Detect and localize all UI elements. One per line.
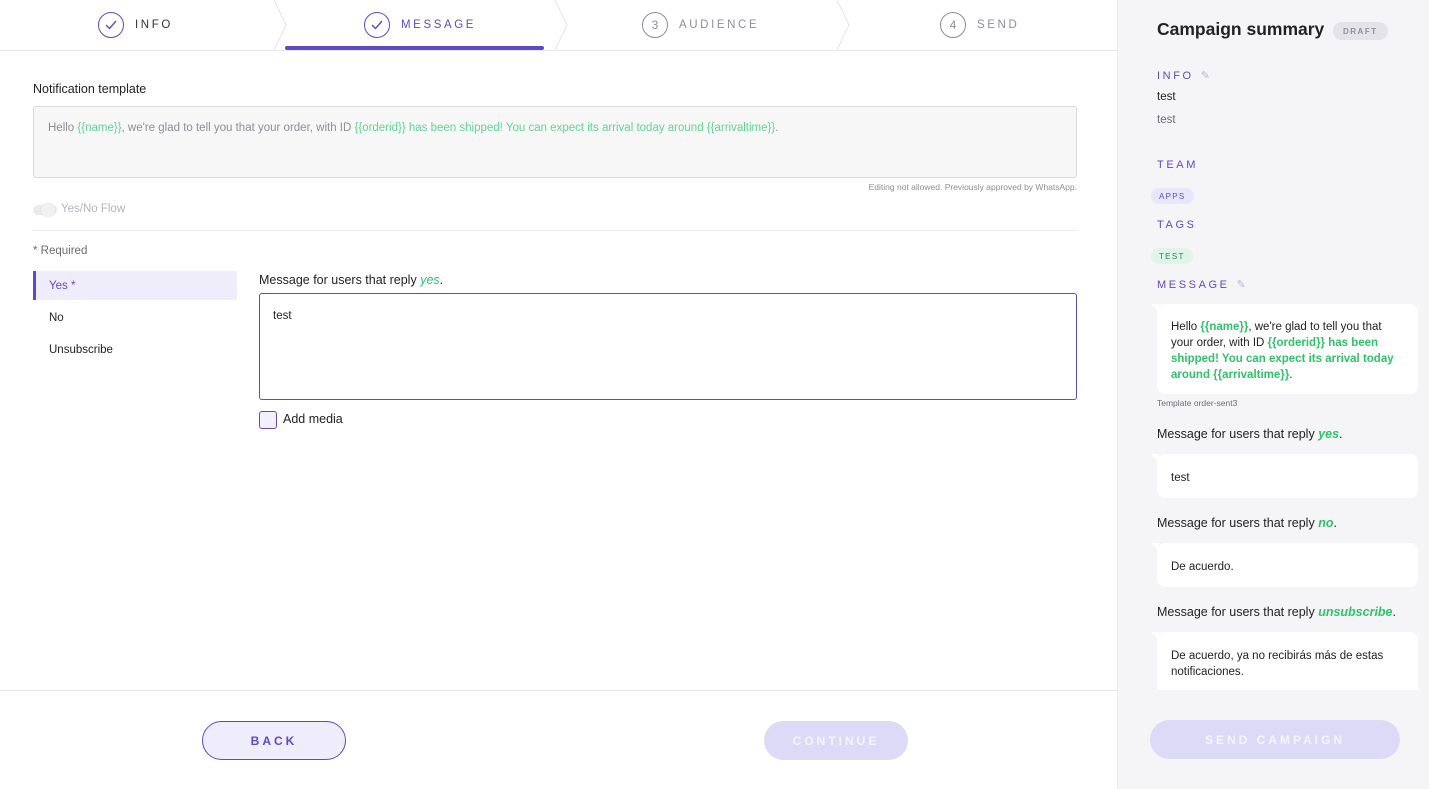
message-label-suffix: .	[439, 273, 444, 287]
message-title-text: MESSAGE	[1157, 278, 1230, 291]
active-step-indicator	[285, 46, 544, 50]
team-section-title: TEAM	[1157, 159, 1198, 171]
bubble-variable: {{name}}	[1200, 321, 1249, 333]
reply-option-yes[interactable]: Yes *	[33, 271, 237, 300]
template-label: Notification template	[33, 82, 147, 96]
message-label-prefix: Message for users that reply	[259, 273, 421, 287]
summary-footer: SEND CAMPAIGN	[1118, 690, 1429, 789]
yes-no-flow-toggle[interactable]	[33, 203, 57, 217]
reply-label-prefix: Message for users that reply	[1157, 605, 1319, 619]
campaign-editor: INFO MESSAGE 3 AUDIENCE 4 SEND Notificat…	[0, 0, 1117, 789]
step-message[interactable]: MESSAGE	[364, 0, 476, 50]
step-number: 4	[940, 12, 966, 38]
team-chip: APPS	[1151, 188, 1194, 204]
chevron-separator-icon	[554, 0, 568, 50]
step-number: 3	[642, 12, 668, 38]
step-label: MESSAGE	[401, 19, 477, 31]
reply-option-unsubscribe[interactable]: Unsubscribe	[33, 335, 237, 364]
add-media-label[interactable]: Add media	[283, 412, 343, 426]
step-send[interactable]: 4 SEND	[940, 0, 1019, 50]
template-variable: {{name}}	[77, 122, 122, 134]
summary-title: Campaign summary	[1157, 19, 1325, 39]
step-label: SEND	[977, 19, 1020, 31]
reply-option-no[interactable]: No	[33, 303, 237, 332]
reply-label-prefix: Message for users that reply	[1157, 427, 1319, 441]
continue-button[interactable]: CONTINUE	[764, 721, 908, 760]
template-variable: {{orderid}} has been shipped! You can ex…	[354, 122, 776, 134]
summary-reply-label: Message for users that reply no.	[1157, 516, 1337, 530]
template-preview: Hello {{name}}, we're glad to tell you t…	[33, 106, 1077, 178]
reply-message-bubble: De acuerdo.	[1151, 543, 1418, 587]
check-icon	[98, 12, 124, 38]
step-info[interactable]: INFO	[98, 0, 173, 50]
wizard-footer: BACK CONTINUE	[0, 690, 1117, 789]
step-audience[interactable]: 3 AUDIENCE	[642, 0, 759, 50]
bubble-text: Hello	[1171, 321, 1201, 333]
chevron-separator-icon	[836, 0, 850, 50]
message-label: Message for users that reply yes.	[259, 273, 443, 287]
summary-reply-label: Message for users that reply yes.	[1157, 427, 1343, 441]
pencil-icon[interactable]: ✎	[1237, 278, 1246, 291]
step-label: AUDIENCE	[679, 19, 760, 31]
pencil-icon[interactable]: ✎	[1201, 69, 1210, 82]
template-edit-note: Editing not allowed. Previously approved…	[868, 182, 1077, 192]
reply-message-bubble: test	[1151, 454, 1418, 498]
template-text: , we're glad to tell you that your order…	[121, 122, 355, 134]
info-title-text: INFO	[1157, 69, 1194, 82]
message-textarea[interactable]: test	[259, 293, 1077, 400]
send-campaign-button[interactable]: SEND CAMPAIGN	[1150, 720, 1400, 759]
info-section-title: INFO ✎	[1157, 69, 1210, 83]
reply-keyword: yes	[420, 273, 440, 287]
template-text: Hello	[48, 122, 78, 134]
check-icon	[364, 12, 390, 38]
add-media-checkbox[interactable]	[259, 411, 277, 429]
summary-reply-label: Message for users that reply unsubscribe…	[1157, 605, 1396, 619]
campaign-description: test	[1157, 114, 1176, 126]
step-label: INFO	[135, 19, 173, 31]
required-note: * Required	[33, 245, 88, 257]
wizard-stepper: INFO MESSAGE 3 AUDIENCE 4 SEND	[0, 0, 1117, 51]
divider	[33, 230, 1077, 231]
bubble-text: .	[1289, 369, 1293, 381]
campaign-name: test	[1157, 91, 1176, 103]
message-section-title: MESSAGE ✎	[1157, 278, 1246, 292]
template-message-bubble: Hello {{name}}, we're glad to tell you t…	[1151, 304, 1418, 394]
back-button[interactable]: BACK	[202, 721, 346, 760]
status-badge: DRAFT	[1333, 22, 1388, 40]
reply-keyword: unsubscribe	[1318, 605, 1393, 619]
template-text: .	[775, 122, 779, 134]
campaign-summary-panel: Campaign summary DRAFT INFO ✎ test test …	[1117, 0, 1429, 789]
chevron-separator-icon	[273, 0, 287, 50]
tags-section-title: TAGS	[1157, 219, 1197, 231]
reply-keyword: yes	[1318, 427, 1340, 441]
tag-chip: TEST	[1151, 248, 1193, 264]
yes-no-flow-label: Yes/No Flow	[61, 203, 126, 215]
reply-label-prefix: Message for users that reply	[1157, 516, 1319, 530]
template-name: Template order-sent3	[1157, 398, 1238, 408]
reply-keyword: no	[1318, 516, 1334, 530]
